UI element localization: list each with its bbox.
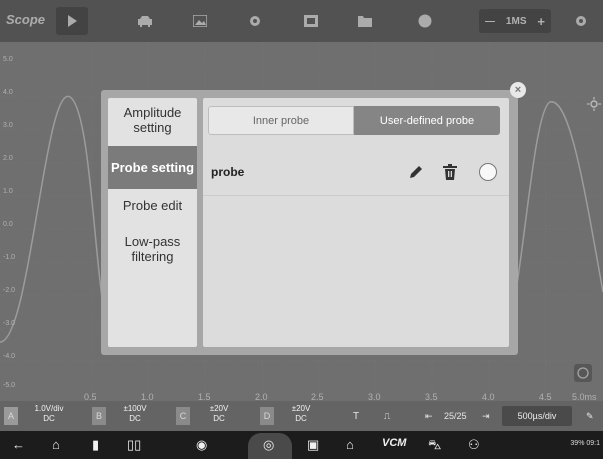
channel-b-tag[interactable]: B	[92, 407, 106, 425]
pulse-icon[interactable]: ⎍	[384, 411, 390, 422]
probe-tabs: Inner probe User-defined probe	[208, 106, 500, 135]
scope-screen: Scope — 1MS + 5.0 4.0 3.0 2.0 1.0 0.0 -1…	[0, 0, 603, 459]
channel-scale: ±20V	[209, 404, 229, 413]
overview-icon[interactable]: ▮	[92, 437, 99, 453]
channel-scale: ±20V	[291, 404, 311, 413]
pen-icon[interactable]: ✎	[586, 411, 594, 422]
menu-item-probe-setting[interactable]: Probe setting	[108, 146, 197, 189]
probe-list-item[interactable]: probe	[203, 151, 509, 196]
probe-content-panel	[203, 98, 509, 347]
channel-scale: 1.0V/div	[34, 404, 64, 413]
channel-scale: ±100V	[123, 404, 147, 413]
tab-inner-probe[interactable]: Inner probe	[208, 106, 354, 135]
vcm-icon[interactable]: VCM	[382, 437, 406, 449]
home-icon[interactable]: ⌂	[52, 437, 60, 452]
car-icon[interactable]: ⛍	[428, 437, 441, 455]
channel-coupling: DC	[43, 414, 55, 423]
users-icon[interactable]: ⚇	[468, 437, 480, 453]
menu-item-probe-edit[interactable]: Probe edit	[108, 198, 197, 213]
next-page-icon[interactable]: ⇥	[482, 411, 490, 422]
channel-c-tag[interactable]: C	[176, 407, 190, 425]
channel-b-settings[interactable]: ±100V DC	[110, 404, 160, 424]
channel-d-tag[interactable]: D	[260, 407, 274, 425]
channel-coupling: DC	[295, 414, 307, 423]
camera-icon: ◎	[263, 437, 275, 452]
status-bar: 39% 09:1	[570, 440, 600, 447]
page-counter: 25/25	[444, 411, 467, 421]
multitask-icon[interactable]: ▯▯	[127, 437, 141, 453]
channel-a-tag[interactable]: A	[4, 407, 18, 425]
probe-name: probe	[211, 165, 245, 179]
channel-a-settings[interactable]: 1.0V/div DC	[24, 404, 74, 424]
first-page-icon[interactable]: ⇤	[425, 411, 433, 422]
home-garage-icon[interactable]: ⌂	[346, 437, 354, 452]
close-dialog-button[interactable]: ×	[510, 82, 526, 98]
channel-coupling: DC	[213, 414, 225, 423]
channel-d-settings[interactable]: ±20V DC	[276, 404, 326, 424]
time-division[interactable]: 500µs/div	[502, 406, 572, 426]
system-nav-bar: ← ⌂ ▮ ▯▯ ◉ ◎ ▣ ⌂ VCM ⛍ ⚇ 39% 09:1	[0, 431, 603, 459]
back-icon[interactable]: ←	[12, 437, 25, 452]
vehicle-menu-icon[interactable]: ◉	[196, 437, 207, 453]
channel-bar: A 1.0V/div DC B ±100V DC C ±20V DC D ±20V DC…	[0, 401, 603, 431]
tab-user-defined-probe[interactable]: User-defined probe	[354, 106, 500, 135]
settings-menu: Amplitude setting Probe setting Probe ed…	[108, 98, 197, 347]
delete-trash-icon[interactable]	[443, 164, 457, 180]
trigger-button[interactable]: T	[353, 411, 359, 422]
menu-item-low-pass-filtering[interactable]: Low-pass filtering	[108, 234, 197, 264]
channel-coupling: DC	[129, 414, 141, 423]
menu-item-amplitude-setting[interactable]: Amplitude setting	[108, 105, 197, 135]
edit-pencil-icon[interactable]	[408, 164, 424, 180]
screen-icon[interactable]: ▣	[307, 437, 319, 453]
probe-select-radio[interactable]	[479, 163, 497, 181]
channel-c-settings[interactable]: ±20V DC	[194, 404, 244, 424]
